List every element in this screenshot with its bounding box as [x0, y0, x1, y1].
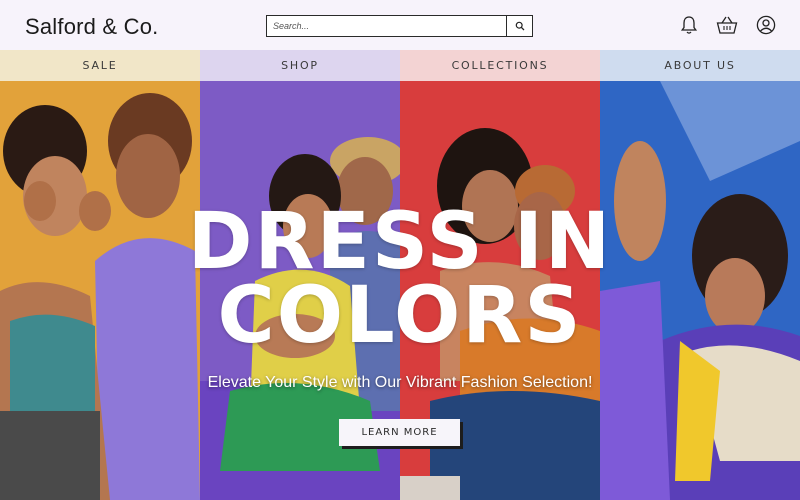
basket-icon [716, 16, 738, 34]
hero-subheadline: Elevate Your Style with Our Vibrant Fash… [207, 374, 593, 391]
top-bar: Salford & Co. [0, 0, 800, 50]
notifications-button[interactable] [678, 14, 700, 36]
cart-button[interactable] [715, 14, 739, 36]
learn-more-button[interactable]: LEARN MORE [339, 419, 460, 446]
nav-item-collections[interactable]: COLLECTIONS [400, 50, 600, 81]
hero-headline-line2: COLORS [217, 271, 583, 361]
nav-item-sale[interactable]: SALE [0, 50, 200, 81]
main-nav: SALE SHOP COLLECTIONS ABOUT US [0, 50, 800, 81]
hero-headline-line1: DRESS IN [187, 197, 613, 287]
bell-icon [680, 16, 698, 34]
search-icon [515, 21, 524, 31]
nav-item-about-us[interactable]: ABOUT US [600, 50, 800, 81]
user-icon [756, 15, 776, 35]
search-bar [266, 15, 533, 37]
account-button[interactable] [755, 14, 777, 36]
nav-item-shop[interactable]: SHOP [200, 50, 400, 81]
hero-headline: DRESS IN COLORS [0, 197, 800, 361]
brand-logo[interactable]: Salford & Co. [25, 14, 158, 40]
search-input[interactable] [267, 16, 506, 36]
search-button[interactable] [506, 16, 532, 36]
